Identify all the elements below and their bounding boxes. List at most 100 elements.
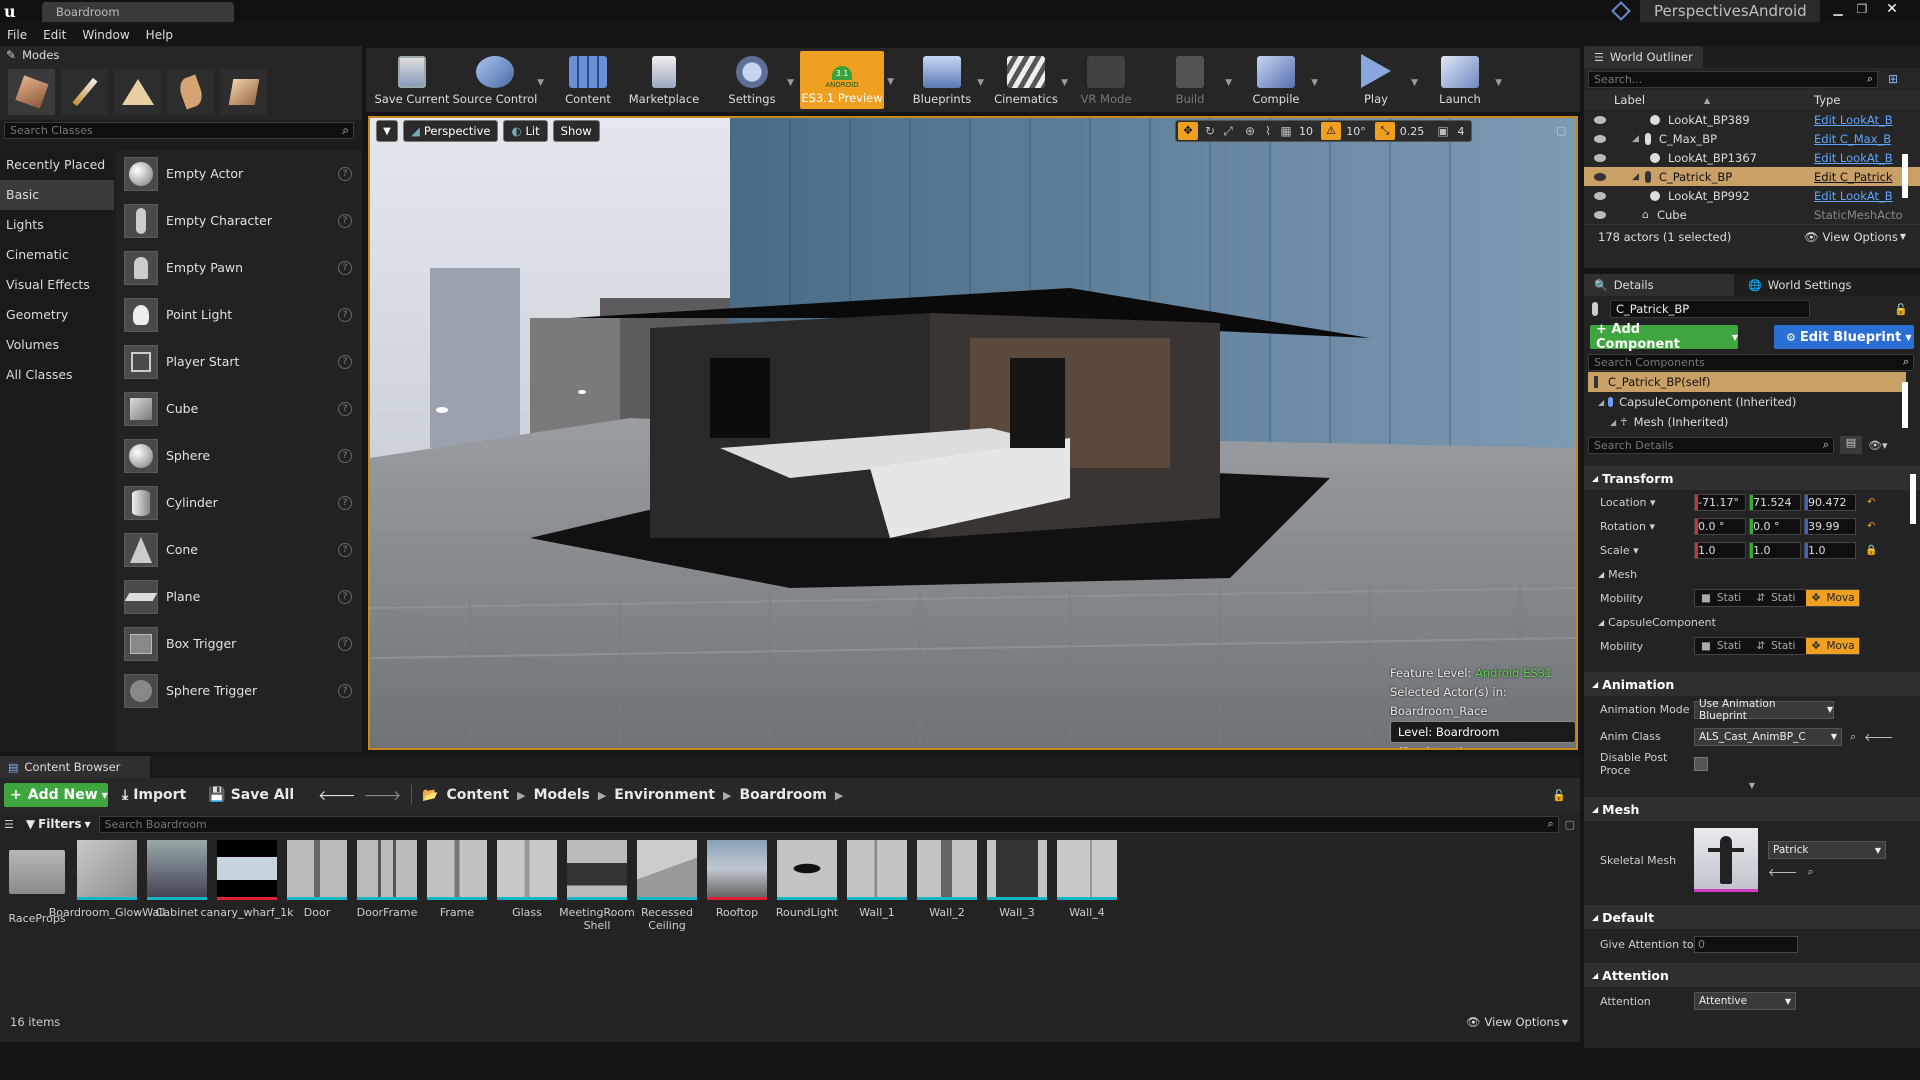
visibility-eye-icon[interactable]: 👁▾ <box>1868 439 1888 452</box>
asset-tile[interactable]: Boardroom_GlowWall <box>49 840 165 919</box>
help-icon[interactable]: ? <box>338 213 352 228</box>
landscape-mode-tab[interactable] <box>114 69 161 115</box>
asset-tile[interactable]: RoundLight <box>772 840 842 919</box>
level-viewport[interactable]: ▼ ◢ Perspective ◐ Lit Show ✥ ↻ ⤢ ⊕ ⌇ ▦ 10 … <box>368 116 1578 750</box>
category-geometry[interactable]: Geometry <box>0 300 114 330</box>
expand-arrow-icon[interactable]: ◢ <box>1632 172 1639 182</box>
help-icon[interactable]: ? <box>338 495 352 510</box>
lock-icon[interactable]: 🔒 <box>1865 545 1877 556</box>
save-all-button[interactable]: 💾 Save All <box>208 787 294 803</box>
component-row[interactable]: ◢ CapsuleComponent (Inherited) <box>1584 392 1920 412</box>
category-visual-effects[interactable]: Visual Effects <box>0 270 114 300</box>
back-arrow-icon[interactable]: 🡐 <box>318 787 356 804</box>
scale-icon[interactable]: ⤢ <box>1219 124 1237 139</box>
dropdown-caret-icon[interactable]: ▼ <box>1061 78 1068 88</box>
rotation-x-field[interactable]: 0.0 ° <box>1694 517 1746 535</box>
scale-snap-value[interactable]: 0.25 <box>1395 125 1429 138</box>
visibility-eye-icon[interactable] <box>1594 153 1606 162</box>
save-current-button[interactable]: Save Current <box>374 50 450 110</box>
category-lights[interactable]: Lights <box>0 210 114 240</box>
help-icon[interactable]: ? <box>338 636 352 651</box>
mobility-movable-button[interactable]: ✥ Mova <box>1805 590 1859 606</box>
build-button[interactable]: Build ▼ <box>1152 50 1232 110</box>
disable-post-process-checkbox[interactable] <box>1694 756 1708 771</box>
place-item[interactable]: Cylinder? <box>116 479 362 526</box>
anim-class-dropdown[interactable]: ALS_Cast_AnimBP_C ▼ <box>1694 727 1842 746</box>
capsule-group-row[interactable]: ◢ CapsuleComponent <box>1584 610 1920 634</box>
world-settings-tab[interactable]: 🌐 World Settings <box>1734 274 1851 296</box>
breadcrumb-models[interactable]: Models <box>534 787 590 803</box>
dropdown-caret-icon[interactable]: ▼ <box>1411 78 1418 88</box>
scale-z-field[interactable]: 1.0 <box>1804 541 1856 559</box>
category-all-classes[interactable]: All Classes <box>0 360 114 390</box>
search-details-input[interactable]: Search Details ⌕ <box>1588 436 1834 454</box>
maximize-viewport-icon[interactable]: ▢ <box>1556 124 1566 137</box>
breadcrumb-arrow-icon[interactable]: ▶ <box>598 789 606 802</box>
components-scrollbar[interactable] <box>1902 382 1908 428</box>
asset-tile[interactable]: MeetingRoom Shell <box>559 840 635 932</box>
outliner-add-icon[interactable]: ⊞ <box>1888 72 1898 86</box>
animation-section[interactable]: ◢ Animation <box>1584 672 1920 696</box>
mobility-static-button[interactable]: ■ Stati <box>1695 592 1750 604</box>
scale-x-field[interactable]: 1.0 <box>1694 541 1746 559</box>
skeletal-mesh-thumbnail[interactable] <box>1694 828 1758 892</box>
place-item[interactable]: Player Start? <box>116 338 362 385</box>
outliner-view-options[interactable]: 👁 View Options ▼ <box>1804 230 1906 244</box>
dropdown-caret-icon[interactable]: ▼ <box>1495 78 1502 88</box>
import-button[interactable]: ⤓ Import <box>122 787 186 803</box>
browse-icon[interactable]: ⌕ <box>1808 865 1814 879</box>
place-item[interactable]: Empty Actor? <box>116 150 362 197</box>
rotation-z-field[interactable]: 39.99 <box>1804 517 1856 535</box>
outliner-search-input[interactable]: Search... ⌕ <box>1588 70 1878 88</box>
asset-tile[interactable]: Wall_2 <box>912 840 982 919</box>
lock-icon[interactable]: 🔓 <box>1552 789 1566 802</box>
launch-button[interactable]: Launch ▼ <box>1422 50 1502 110</box>
filters-button[interactable]: ▼ Filters ▼ <box>26 817 91 831</box>
reset-arrow-icon[interactable]: ↶ <box>1867 497 1875 508</box>
details-scrollbar[interactable] <box>1910 474 1916 524</box>
geometry-mode-tab[interactable] <box>220 69 267 115</box>
add-new-button[interactable]: + Add New ▼ <box>4 783 108 807</box>
lock-icon[interactable]: 🔓 <box>1894 303 1908 316</box>
dropdown-caret-icon[interactable]: ▼ <box>1225 78 1232 88</box>
asset-tile[interactable]: Door <box>282 840 352 919</box>
animation-mode-dropdown[interactable]: Use Animation Blueprint ▼ <box>1694 698 1834 722</box>
mobility-stationary-button[interactable]: ⇵ Stati <box>1750 640 1805 652</box>
menu-window[interactable]: Window <box>82 28 129 42</box>
help-icon[interactable]: ? <box>338 683 352 698</box>
outliner-row[interactable]: ⌂ Cube StaticMeshActo <box>1584 205 1920 224</box>
visibility-eye-icon[interactable] <box>1594 134 1606 143</box>
perspective-button[interactable]: ◢ Perspective <box>403 120 499 142</box>
reset-arrow-icon[interactable]: ↶ <box>1867 521 1875 532</box>
advanced-expander[interactable]: ▼ <box>1584 777 1920 793</box>
scale-snap-icon[interactable]: ⤡ <box>1375 122 1395 140</box>
location-label[interactable]: Location ▾ <box>1584 496 1694 509</box>
location-z-field[interactable]: 90.472 <box>1804 493 1856 511</box>
rotation-snap-icon[interactable]: ⚠ <box>1321 122 1341 140</box>
help-icon[interactable]: ? <box>338 448 352 463</box>
rotate-icon[interactable]: ↻ <box>1201 124 1219 138</box>
lit-button[interactable]: ◐ Lit <box>503 120 548 142</box>
details-tab[interactable]: 🔍 Details <box>1584 274 1734 296</box>
asset-tile[interactable]: Frame <box>422 840 492 919</box>
camera-speed-icon[interactable]: ▣ <box>1433 124 1453 138</box>
dropdown-caret-icon[interactable]: ▼ <box>537 78 544 88</box>
help-icon[interactable]: ? <box>338 401 352 416</box>
mobility-stationary-button[interactable]: ⇵ Stati <box>1750 592 1805 604</box>
breadcrumb-environment[interactable]: Environment <box>614 787 715 803</box>
settings-button[interactable]: Settings ▼ <box>714 50 794 110</box>
viewport-options-button[interactable]: ▼ <box>376 120 398 142</box>
outliner-row[interactable]: ◢ C_Max_BP Edit C_Max_B <box>1584 129 1920 148</box>
place-item[interactable]: Point Light? <box>116 291 362 338</box>
content-button[interactable]: Content <box>550 50 626 110</box>
blueprints-button[interactable]: Blueprints ▼ <box>904 50 984 110</box>
help-icon[interactable]: ? <box>338 542 352 557</box>
maximize-button[interactable]: ❐ <box>1850 1 1874 17</box>
browse-icon[interactable]: ⌕ <box>1850 730 1856 744</box>
location-y-field[interactable]: 71.524 <box>1749 493 1801 511</box>
surface-snap-icon[interactable]: ⌇ <box>1259 124 1277 138</box>
attention-dropdown[interactable]: Attentive ▼ <box>1694 992 1796 1010</box>
visibility-eye-icon[interactable] <box>1594 115 1606 124</box>
expand-arrow-icon[interactable]: ◢ <box>1610 418 1616 427</box>
help-icon[interactable]: ? <box>338 589 352 604</box>
